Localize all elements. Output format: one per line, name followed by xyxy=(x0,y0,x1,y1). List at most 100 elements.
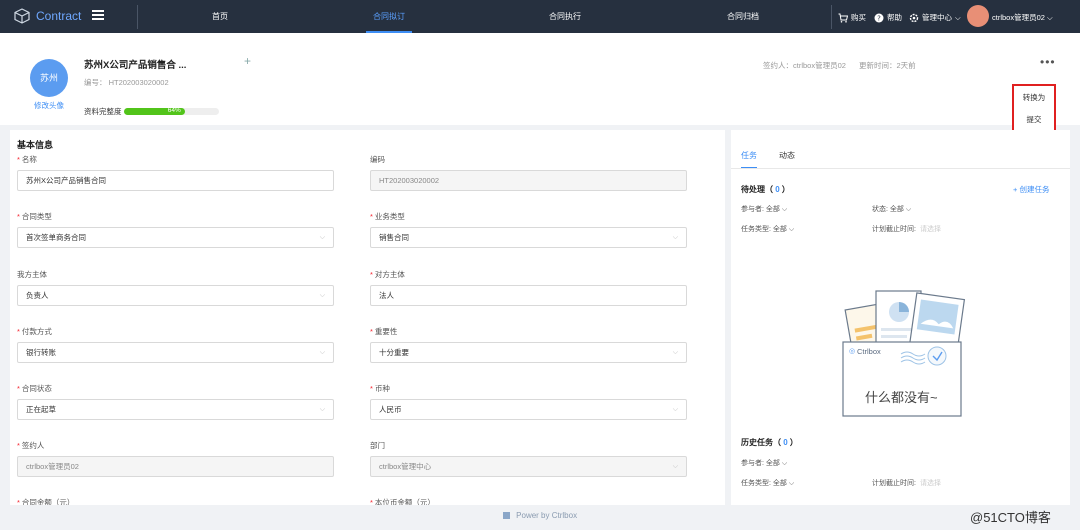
divider xyxy=(137,5,138,29)
user-avatar[interactable] xyxy=(967,5,989,27)
nav-contract-draft[interactable]: 合同拟订 xyxy=(366,0,412,33)
name-input[interactable]: 苏州X公司产品销售合同 xyxy=(17,170,334,191)
progress-value: 64% xyxy=(167,107,181,114)
section-title: 基本信息 xyxy=(17,140,54,150)
help-icon: ? xyxy=(874,13,884,22)
nav-contract-archive[interactable]: 合同归档 xyxy=(708,0,778,33)
business-type-select[interactable]: 销售合同 ⌵ xyxy=(370,227,687,248)
pending-count: 0 xyxy=(775,185,780,194)
menu-toggle-icon[interactable] xyxy=(92,8,104,22)
pending-title: 待处理（ 0 ） xyxy=(741,185,790,194)
field-label: * 币种 xyxy=(370,384,390,393)
top-navbar: Contract 首页 合同拟订 合同执行 合同归档 购买 ? 帮助 管理中心 … xyxy=(0,0,1080,33)
field-label: * 对方主体 xyxy=(370,270,405,279)
currency-select[interactable]: 人民币 ⌵ xyxy=(370,399,687,420)
help-button[interactable]: ? 帮助 xyxy=(874,12,902,23)
signer-meta: 签约人：ctrlbox管理员02 xyxy=(763,61,846,70)
field-label: * 付款方式 xyxy=(17,327,52,336)
nav-home[interactable]: 首页 xyxy=(180,0,260,33)
tab-activity[interactable]: 动态 xyxy=(779,150,795,161)
participant-filter[interactable]: 参与者: 全部 ⌵ xyxy=(741,204,787,214)
cart-icon xyxy=(838,13,848,23)
history-title: 历史任务（ 0 ） xyxy=(741,438,798,447)
chevron-down-icon: ⌵ xyxy=(1047,13,1053,22)
nav-contract-execution[interactable]: 合同执行 xyxy=(530,0,600,33)
add-icon[interactable]: + xyxy=(241,55,254,68)
progress-label: 资料完整度 xyxy=(84,107,122,116)
history-participant-filter[interactable]: 参与者: 全部 ⌵ xyxy=(741,458,787,468)
contract-code: 编号： HT202003020002 xyxy=(84,78,169,87)
divider xyxy=(731,168,1070,169)
menu-item-convert[interactable]: 转换为 xyxy=(1014,88,1054,108)
menu-item-submit[interactable]: 提交 xyxy=(1014,110,1054,130)
history-count: 0 xyxy=(783,438,788,447)
user-name: ctrlbox管理员02 xyxy=(992,13,1045,22)
code-label: 编号 xyxy=(84,78,99,87)
updated-meta: 更新时间：2天前 xyxy=(859,61,916,70)
watermark: @51CTO博客 xyxy=(970,510,1051,525)
chevron-down-icon: ⌵ xyxy=(955,12,961,22)
code-input[interactable]: HT202003020002 xyxy=(370,170,687,191)
signer-input[interactable]: ctrlbox管理员02 xyxy=(17,456,334,477)
cube-icon xyxy=(502,512,510,520)
field-label: * 合同类型 xyxy=(17,212,52,221)
app-logo[interactable]: Contract xyxy=(14,8,81,24)
basic-info-panel: 基本信息 * 名称 苏州X公司产品销售合同 编码 HT202003020002 *… xyxy=(10,130,725,507)
chevron-down-icon: ⌵ xyxy=(319,406,325,413)
chevron-down-icon: ⌵ xyxy=(672,463,678,470)
field-label: 部门 xyxy=(370,441,385,450)
importance-select[interactable]: 十分重要 ⌵ xyxy=(370,342,687,363)
field-label: * 合同状态 xyxy=(17,384,52,393)
empty-text: 什么都没有~ xyxy=(865,390,938,405)
help-label: 帮助 xyxy=(887,13,902,22)
history-task-type-filter[interactable]: 任务类型: 全部 ⌵ xyxy=(741,478,794,488)
task-type-filter[interactable]: 任务类型: 全部 ⌵ xyxy=(741,224,794,234)
cube-icon xyxy=(14,8,30,24)
completeness-progress: 64% xyxy=(124,107,219,115)
footer-text: Power by Ctrlbox xyxy=(516,511,578,520)
change-avatar-link[interactable]: 修改头像 xyxy=(34,100,64,111)
user-menu[interactable]: ctrlbox管理员02 ⌵ xyxy=(992,12,1053,23)
field-label: 编码 xyxy=(370,155,385,164)
svg-text:?: ? xyxy=(877,14,881,22)
purchase-label: 购买 xyxy=(851,13,866,22)
chevron-down-icon: ⌵ xyxy=(672,349,678,356)
field-label: * 签约人 xyxy=(17,441,45,450)
more-actions-icon[interactable]: ••• xyxy=(1040,55,1056,69)
chevron-down-icon: ⌵ xyxy=(319,234,325,241)
contract-type-select[interactable]: 首次签单商务合同 ⌵ xyxy=(17,227,334,248)
contract-avatar: 苏州 xyxy=(30,59,68,97)
field-label: 我方主体 xyxy=(17,270,47,279)
our-party-select[interactable]: 负责人 ⌵ xyxy=(17,285,334,306)
chevron-down-icon: ⌵ xyxy=(319,292,325,299)
code-value: HT202003020002 xyxy=(108,78,169,87)
contract-header: 苏州 修改头像 苏州X公司产品销售合 ... + 编号： HT202003020… xyxy=(0,33,1080,125)
progress-fill: 64% xyxy=(124,107,185,115)
empty-brand: Ctrlbox xyxy=(857,347,881,356)
deadline-filter[interactable]: 计划截止时间: 请选择 xyxy=(872,224,941,234)
create-task-button[interactable]: + 创建任务 xyxy=(1013,184,1049,195)
counterparty-input[interactable]: 法人 xyxy=(370,285,687,306)
app-name: Contract xyxy=(36,9,82,23)
department-select[interactable]: ctrlbox管理中心 ⌵ xyxy=(370,456,687,477)
history-deadline-filter[interactable]: 计划截止时间: 请选择 xyxy=(872,478,941,488)
chevron-down-icon: ⌵ xyxy=(672,234,678,241)
chevron-down-icon: ⌵ xyxy=(319,349,325,356)
gear-icon xyxy=(909,13,919,22)
field-label: * 重要性 xyxy=(370,327,398,336)
admin-center-button[interactable]: 管理中心 ⌵ xyxy=(909,12,961,23)
task-panel: 任务 动态 待处理（ 0 ） + 创建任务 参与者: 全部 ⌵ 状态: 全部 ⌵… xyxy=(731,130,1070,505)
payment-method-select[interactable]: 银行转账 ⌵ xyxy=(17,342,334,363)
divider xyxy=(831,5,832,29)
field-label: * 业务类型 xyxy=(370,212,405,221)
field-label: * 名称 xyxy=(17,155,37,164)
footer: Power by Ctrlbox xyxy=(0,505,1080,530)
contract-title: 苏州X公司产品销售合 ... xyxy=(84,60,187,71)
purchase-button[interactable]: 购买 xyxy=(838,12,866,23)
contract-status-select[interactable]: 正在起草 ⌵ xyxy=(17,399,334,420)
chevron-down-icon: ⌵ xyxy=(672,406,678,413)
svg-text:◎: ◎ xyxy=(849,347,855,355)
status-filter[interactable]: 状态: 全部 ⌵ xyxy=(872,204,911,214)
tab-tasks[interactable]: 任务 xyxy=(741,150,757,169)
admin-center-label: 管理中心 xyxy=(922,13,952,22)
